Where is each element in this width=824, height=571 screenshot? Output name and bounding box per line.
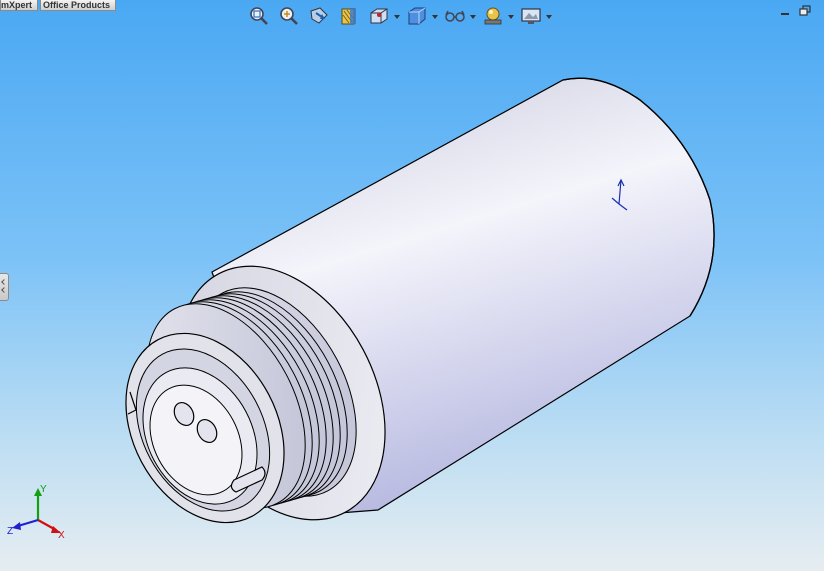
- triad-y-label: Y: [40, 484, 47, 495]
- reference-triad: Y X Z: [7, 484, 65, 541]
- graphics-area[interactable]: [0, 0, 824, 571]
- triad-z-label: Z: [7, 526, 13, 537]
- triad-x-label: X: [58, 530, 65, 541]
- triad-z-axis: [17, 518, 39, 528]
